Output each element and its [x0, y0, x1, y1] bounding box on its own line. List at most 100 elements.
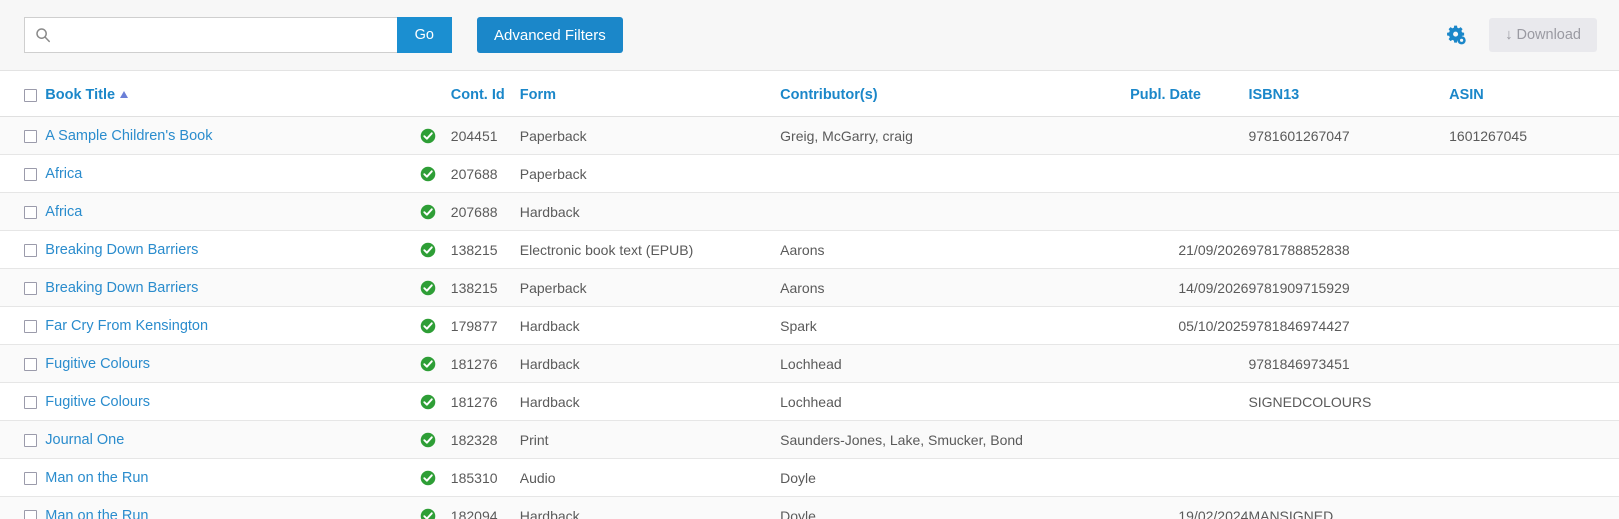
green-check-circle-icon — [420, 166, 436, 181]
table-row[interactable]: Africa 207688 Paperback — [0, 154, 1619, 193]
table-row[interactable]: Man on the Run 185310 Audio Doyle — [0, 458, 1619, 497]
cell-contributors: Lochhead — [780, 382, 1131, 421]
advanced-filters-button[interactable]: Advanced Filters — [477, 17, 623, 53]
column-header-publ-date[interactable]: Publ. Date — [1130, 71, 1249, 117]
column-header-contributors[interactable]: Contributor(s) — [780, 71, 1131, 117]
row-checkbox[interactable] — [24, 472, 37, 486]
cell-asin — [1449, 496, 1619, 519]
book-title-link[interactable]: Breaking Down Barriers — [45, 280, 198, 296]
table-row[interactable]: Breaking Down Barriers 138215 Electronic b… — [0, 230, 1619, 269]
search-input[interactable] — [57, 18, 387, 52]
cell-cont-id: 182094 — [450, 496, 520, 519]
gear-icon[interactable] — [1445, 24, 1467, 46]
cell-cont-id: 207688 — [450, 192, 520, 231]
book-title-link[interactable]: Fugitive Colours — [45, 394, 150, 410]
cell-publ-date: 21/09/2026 — [1130, 230, 1249, 269]
cell-title: Breaking Down Barriers — [45, 268, 420, 307]
cell-asin — [1449, 230, 1619, 269]
cell-contributors: Doyle — [780, 496, 1131, 519]
table-row[interactable]: Africa 207688 Hardback — [0, 192, 1619, 231]
cell-status — [419, 382, 451, 421]
column-header-title[interactable]: Book Title — [45, 71, 420, 117]
cell-title: Journal One — [45, 420, 420, 459]
row-checkbox[interactable] — [24, 206, 37, 220]
row-select-cell — [0, 382, 46, 421]
row-select-cell — [0, 230, 46, 269]
cell-status — [419, 154, 451, 193]
cell-asin — [1449, 306, 1619, 345]
cell-asin — [1449, 420, 1619, 459]
book-title-link[interactable]: Fugitive Colours — [45, 356, 150, 372]
row-checkbox[interactable] — [24, 510, 37, 519]
row-select-cell — [0, 420, 46, 459]
cell-form: Paperback — [519, 268, 781, 307]
cell-title: Far Cry From Kensington — [45, 306, 420, 345]
row-checkbox[interactable] — [24, 282, 37, 296]
go-button[interactable]: Go — [396, 17, 452, 53]
cell-isbn13: 9781846973451 — [1248, 344, 1450, 383]
book-title-link[interactable]: Journal One — [45, 432, 124, 448]
row-checkbox[interactable] — [24, 320, 37, 334]
green-check-circle-icon — [420, 508, 436, 519]
search-box[interactable] — [24, 17, 397, 53]
cell-cont-id: 204451 — [450, 116, 520, 155]
book-title-link[interactable]: Man on the Run — [45, 470, 148, 486]
cell-contributors — [780, 154, 1131, 193]
row-checkbox[interactable] — [24, 168, 37, 182]
cell-form: Hardback — [519, 306, 781, 345]
table-row[interactable]: Fugitive Colours 181276 Hardback Lochhead 97… — [0, 344, 1619, 383]
cell-contributors: Aarons — [780, 268, 1131, 307]
row-checkbox[interactable] — [24, 434, 37, 448]
cell-status — [419, 420, 451, 459]
table-row[interactable]: Journal One 182328 Print Saunders-Jones, La… — [0, 420, 1619, 459]
column-header-isbn13[interactable]: ISBN13 — [1248, 71, 1450, 117]
row-checkbox[interactable] — [24, 244, 37, 258]
column-header-status — [419, 71, 451, 117]
row-select-cell — [0, 154, 46, 193]
book-title-link[interactable]: A Sample Children's Book — [45, 128, 212, 144]
cell-contributors: Greig, McGarry, craig — [780, 116, 1131, 155]
cell-isbn13 — [1248, 154, 1450, 193]
column-header-asin[interactable]: ASIN — [1449, 71, 1619, 117]
cell-title: Fugitive Colours — [45, 344, 420, 383]
download-button[interactable]: ↓ Download — [1489, 18, 1597, 52]
cell-isbn13 — [1248, 192, 1450, 231]
table-row[interactable]: Fugitive Colours 181276 Hardback Lochhead SI… — [0, 382, 1619, 421]
book-title-link[interactable]: Breaking Down Barriers — [45, 242, 198, 258]
select-all-header — [0, 71, 46, 117]
table-header-row: Book Title Cont. Id Form Contributor(s) … — [0, 71, 1619, 117]
cell-isbn13: 9781601267047 — [1248, 116, 1450, 155]
table-row[interactable]: Far Cry From Kensington 179877 Hardback Spa… — [0, 306, 1619, 345]
cell-status — [419, 230, 451, 269]
green-check-circle-icon — [420, 432, 436, 447]
cell-form: Hardback — [519, 344, 781, 383]
cell-status — [419, 458, 451, 497]
green-check-circle-icon — [420, 318, 436, 333]
cell-contributors: Doyle — [780, 458, 1131, 497]
row-checkbox[interactable] — [24, 396, 37, 410]
cell-form: Hardback — [519, 382, 781, 421]
row-checkbox[interactable] — [24, 130, 37, 144]
cell-title: Man on the Run — [45, 496, 420, 519]
cell-title: Breaking Down Barriers — [45, 230, 420, 269]
column-header-cont-id[interactable]: Cont. Id — [450, 71, 520, 117]
table-row[interactable]: A Sample Children's Book 204451 Paperback G… — [0, 116, 1619, 155]
cell-asin — [1449, 268, 1619, 307]
search-group: Go — [24, 17, 452, 53]
book-title-link[interactable]: Man on the Run — [45, 508, 148, 519]
cell-status — [419, 268, 451, 307]
cell-isbn13: MANSIGNED — [1248, 496, 1450, 519]
select-all-checkbox[interactable] — [24, 88, 37, 102]
cell-cont-id: 182328 — [450, 420, 520, 459]
book-title-link[interactable]: Africa — [45, 166, 82, 182]
row-checkbox[interactable] — [24, 358, 37, 372]
table-row[interactable]: Man on the Run 182094 Hardback Doyle 19/02/2… — [0, 496, 1619, 519]
cell-contributors: Spark — [780, 306, 1131, 345]
book-title-link[interactable]: Africa — [45, 204, 82, 220]
green-check-circle-icon — [420, 394, 436, 409]
table-row[interactable]: Breaking Down Barriers 138215 Paperback Aar… — [0, 268, 1619, 307]
cell-contributors: Saunders-Jones, Lake, Smucker, Bond — [780, 420, 1131, 459]
cell-publ-date: 14/09/2026 — [1130, 268, 1249, 307]
book-title-link[interactable]: Far Cry From Kensington — [45, 318, 208, 334]
column-header-form[interactable]: Form — [519, 71, 781, 117]
